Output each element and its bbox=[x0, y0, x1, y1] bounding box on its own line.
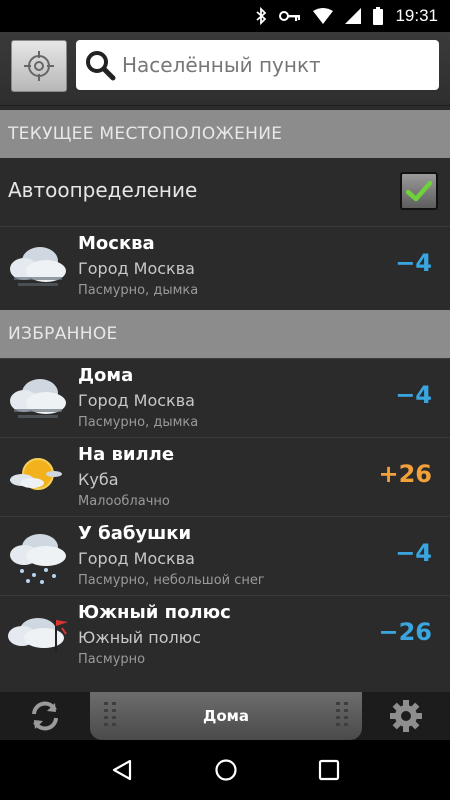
search-input[interactable] bbox=[122, 53, 422, 77]
favorite-name: Дома bbox=[78, 365, 134, 386]
crosshair-icon bbox=[24, 51, 54, 81]
favorite-temperature: −4 bbox=[395, 381, 432, 409]
grip-left-icon bbox=[104, 702, 116, 726]
favorite-row[interactable]: На вилле Куба Малооблачно +26 bbox=[0, 437, 450, 515]
current-location-row[interactable]: Москва Город Москва Пасмурно, дымка −4 bbox=[0, 226, 450, 304]
wifi-icon bbox=[313, 8, 334, 24]
favorite-condition: Пасмурно bbox=[78, 652, 146, 667]
favorite-region: Южный полюс bbox=[78, 628, 202, 647]
auto-detect-checkbox[interactable] bbox=[400, 172, 438, 210]
favorite-name: Южный полюс bbox=[78, 602, 231, 623]
partly-cloudy-sun-icon bbox=[10, 458, 62, 490]
refresh-icon bbox=[32, 701, 58, 731]
favorite-condition: Малооблачно bbox=[78, 494, 170, 509]
search-box[interactable] bbox=[76, 40, 439, 90]
section-current-location: ТЕКУЩЕЕ МЕСТОПОЛОЖЕНИЕ bbox=[0, 110, 450, 158]
snow-cloud-icon bbox=[10, 534, 66, 584]
favorite-name: На вилле bbox=[78, 444, 175, 465]
signal-icon bbox=[345, 8, 362, 24]
locate-button[interactable] bbox=[11, 40, 67, 92]
settings-button[interactable] bbox=[362, 692, 450, 740]
favorite-region: Город Москва bbox=[78, 391, 195, 410]
home-icon[interactable] bbox=[214, 758, 238, 782]
key-icon bbox=[279, 11, 301, 21]
favorite-temperature: +26 bbox=[378, 460, 432, 488]
recents-icon[interactable] bbox=[318, 759, 340, 781]
section-favorites: ИЗБРАННОЕ bbox=[0, 310, 450, 358]
overcast-cloud-icon bbox=[10, 379, 66, 418]
location-tab[interactable]: Дома bbox=[90, 692, 362, 740]
cloud-flag-icon bbox=[8, 618, 68, 652]
bluetooth-icon bbox=[256, 7, 267, 25]
favorite-temperature: −4 bbox=[395, 539, 432, 567]
refresh-button[interactable] bbox=[0, 692, 90, 740]
overcast-cloud-icon bbox=[10, 247, 66, 286]
favorite-row[interactable]: Дома Город Москва Пасмурно, дымка −4 bbox=[0, 358, 450, 436]
favorite-condition: Пасмурно, небольшой снег bbox=[78, 573, 265, 588]
bottom-toolbar: Дома bbox=[0, 692, 450, 740]
favorite-region: Куба bbox=[78, 470, 119, 489]
location-condition: Пасмурно, дымка bbox=[78, 283, 199, 298]
status-bar: 19:31 bbox=[0, 0, 450, 32]
battery-icon bbox=[373, 7, 384, 25]
favorite-row[interactable]: Южный полюс Южный полюс Пасмурно −26 bbox=[0, 595, 450, 673]
back-icon[interactable] bbox=[110, 758, 134, 782]
location-tab-label: Дома bbox=[202, 707, 250, 725]
auto-detect-label: Автоопределение bbox=[8, 178, 198, 202]
favorite-condition: Пасмурно, дымка bbox=[78, 415, 199, 430]
checkmark-icon bbox=[406, 180, 432, 202]
auto-detect-row[interactable]: Автоопределение bbox=[0, 158, 450, 222]
favorite-row[interactable]: У бабушки Город Москва Пасмурно, небольш… bbox=[0, 516, 450, 594]
favorite-region: Город Москва bbox=[78, 549, 195, 568]
location-region: Город Москва bbox=[78, 259, 195, 278]
header bbox=[0, 32, 450, 106]
search-icon bbox=[86, 51, 116, 81]
favorite-temperature: −26 bbox=[378, 618, 432, 646]
gear-icon bbox=[390, 700, 422, 732]
location-name: Москва bbox=[78, 233, 155, 254]
grip-right-icon bbox=[336, 702, 348, 726]
status-time: 19:31 bbox=[395, 6, 438, 25]
location-temperature: −4 bbox=[395, 249, 432, 277]
favorite-name: У бабушки bbox=[78, 523, 192, 544]
system-nav-bar bbox=[0, 740, 450, 800]
